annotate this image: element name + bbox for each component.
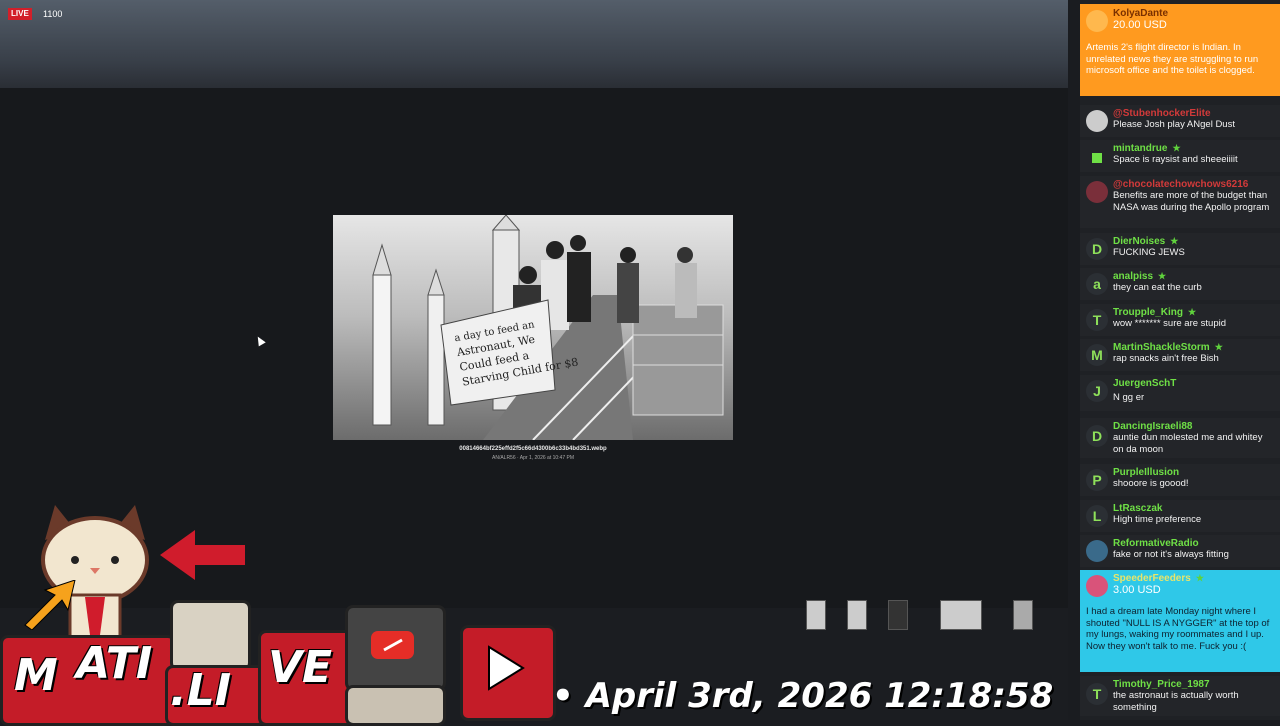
chat-message: @StubenhockerElite Please Josh play ANge…	[1080, 105, 1280, 137]
chat-text: Benefits are more of the budget than NAS…	[1113, 190, 1270, 213]
chat-username[interactable]: Timothy_Price_1987	[1113, 679, 1210, 690]
avatar	[1086, 540, 1108, 562]
star-icon: ★	[1214, 342, 1223, 352]
logo-letters-ati: ATI	[76, 638, 153, 689]
chat-message: @chocolatechowchows6216 Benefits are mor…	[1080, 176, 1280, 228]
live-badge: LIVE	[8, 8, 32, 20]
chat-text: FUCKING JEWS	[1113, 247, 1185, 258]
youtube-icon	[371, 631, 414, 659]
chat-username[interactable]: @StubenhockerElite	[1113, 108, 1211, 119]
chat-message: SpeederFeeders ★ 3.00 USD I had a dream l…	[1080, 570, 1280, 672]
avatar: T	[1086, 309, 1108, 331]
avatar: D	[1086, 238, 1108, 260]
logo-letters-m: M	[14, 650, 58, 701]
avatar: P	[1086, 469, 1108, 491]
arrow-up-right-icon	[24, 580, 76, 630]
chat-text: they can eat the curb	[1113, 282, 1202, 293]
file-name: 00814664bf225effd2f5c66d4300b6c33b4bd351…	[459, 446, 607, 452]
chat-username[interactable]: PurpleIllusion	[1113, 467, 1179, 478]
chat-username[interactable]: KolyaDante	[1113, 8, 1168, 19]
chat-username[interactable]: DierNoises ★	[1113, 236, 1178, 247]
file-meta: AN/ALR56 · Apr 1, 2026 at 10:47 PM	[492, 455, 574, 461]
chat-username[interactable]: Troupple_King ★	[1113, 307, 1196, 318]
logo-letters-li: .LI	[170, 665, 232, 716]
stream-overlay: M ATI .LI VE	[0, 500, 560, 726]
chat-message: D DancingIsraeli88 auntie dun molested m…	[1080, 418, 1280, 458]
avatar	[1086, 181, 1108, 203]
chat-username[interactable]: MartinShackleStorm ★	[1113, 342, 1223, 353]
chat-text: Space is raysist and sheeeiiiit	[1113, 154, 1238, 165]
star-icon: ★	[1158, 271, 1167, 281]
chat-text: N gg er	[1113, 392, 1145, 403]
stream-clock: • April 3rd, 2026 12:18:58	[552, 676, 1054, 716]
chat-username[interactable]: LtRasczak	[1113, 503, 1162, 514]
arrow-left-icon	[160, 530, 245, 580]
chat-text: shooore is goood!	[1113, 478, 1189, 489]
thumbnail[interactable]	[940, 600, 982, 630]
chat-message: KolyaDante 20.00 USD Artemis 2's flight …	[1080, 4, 1280, 96]
avatar: D	[1086, 425, 1108, 447]
thumbnail[interactable]	[888, 600, 908, 630]
chat-text: High time preference	[1113, 514, 1202, 525]
viewer-count: 1100	[43, 9, 63, 19]
chat-username-text: analpiss	[1113, 271, 1154, 282]
chat-username[interactable]: SpeederFeeders ★	[1113, 573, 1204, 584]
chat-username[interactable]: ReformativeRadio	[1113, 538, 1199, 549]
chat-username[interactable]: @chocolatechowchows6216	[1113, 179, 1248, 190]
chat-message: L LtRasczak High time preference	[1080, 500, 1280, 532]
thumbnail[interactable]	[847, 600, 867, 630]
chat-message: T Troupple_King ★ wow ******* sure are st…	[1080, 304, 1280, 336]
chat-message: J JuergenSchT N gg er	[1080, 375, 1280, 411]
chat-username-text: MartinShackleStorm	[1113, 342, 1210, 353]
chat-text: fake or not it's always fitting	[1113, 549, 1229, 560]
avatar	[1092, 153, 1102, 163]
avatar: L	[1086, 505, 1108, 527]
chat-text: the astronaut is actually worth somethin…	[1113, 690, 1239, 713]
chat-username[interactable]: mintandrue ★	[1113, 143, 1181, 154]
chat-username-text: Troupple_King	[1113, 307, 1183, 318]
star-icon: ★	[1188, 307, 1197, 317]
donation-amount: 20.00 USD	[1113, 19, 1167, 31]
chat-panel: KolyaDante 20.00 USD Artemis 2's flight …	[1080, 0, 1280, 720]
avatar	[1086, 110, 1108, 132]
chat-message: a analpiss ★ they can eat the curb	[1080, 268, 1280, 300]
avatar: a	[1086, 273, 1108, 295]
chat-message: M MartinShackleStorm ★ rap snacks ain't f…	[1080, 339, 1280, 371]
chat-username-text: mintandrue	[1113, 143, 1168, 154]
avatar	[1086, 575, 1108, 597]
top-band	[0, 0, 1068, 88]
chat-username-text: DierNoises	[1113, 236, 1166, 247]
chat-username-text: SpeederFeeders	[1113, 573, 1191, 584]
star-icon: ★	[1195, 573, 1204, 583]
avatar	[1086, 10, 1108, 32]
chat-text: I had a dream late Monday night where I …	[1086, 606, 1270, 652]
chat-text: auntie dun molested me and whitey on da …	[1113, 432, 1263, 455]
thumbnail[interactable]	[806, 600, 826, 630]
chat-text: Please Josh play ANgel Dust	[1113, 119, 1235, 130]
chat-message: D DierNoises ★ FUCKING JEWS	[1080, 233, 1280, 265]
star-icon: ★	[1170, 236, 1179, 246]
donation-amount: 3.00 USD	[1113, 584, 1161, 596]
chat-username[interactable]: analpiss ★	[1113, 271, 1166, 282]
chat-message: mintandrue ★ Space is raysist and sheeeii…	[1080, 140, 1280, 172]
chat-username[interactable]: DancingIsraeli88	[1113, 421, 1192, 432]
viewer-photo[interactable]: a day to feed an Astronaut, We Could fee…	[333, 215, 733, 440]
chat-message: T Timothy_Price_1987 the astronaut is ac…	[1080, 676, 1280, 716]
star-icon: ★	[1172, 143, 1181, 153]
thumbnail[interactable]	[1013, 600, 1033, 630]
chat-message: P PurpleIllusion shooore is goood!	[1080, 464, 1280, 496]
chat-text: wow ******* sure are stupid	[1113, 318, 1227, 329]
chat-text: rap snacks ain't free Bish	[1113, 353, 1219, 364]
tv-small	[170, 600, 251, 671]
chat-username[interactable]: JuergenSchT	[1113, 378, 1176, 389]
avatar: J	[1086, 380, 1108, 402]
photo-drawing: a day to feed an Astronaut, We Could fee…	[372, 215, 724, 440]
chat-text: Artemis 2's flight director is Indian. I…	[1086, 42, 1259, 76]
logo-letters-ve: VE	[268, 642, 333, 693]
avatar: M	[1086, 344, 1108, 366]
avatar: T	[1086, 683, 1108, 705]
chat-message: ReformativeRadio fake or not it's always…	[1080, 535, 1280, 567]
play-icon	[488, 645, 525, 691]
